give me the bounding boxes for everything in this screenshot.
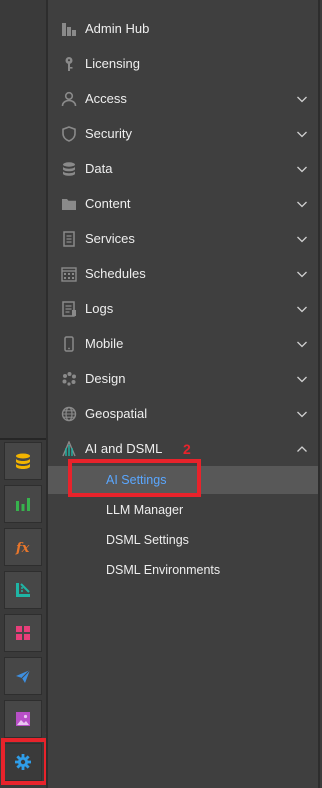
nav-item-geospatial[interactable]: Geospatial — [48, 397, 318, 431]
image-icon — [16, 712, 30, 726]
chevron-down-icon — [297, 236, 307, 243]
database-icon — [60, 160, 78, 178]
settings-highlight-box — [1, 738, 48, 785]
chevron-down-icon — [297, 341, 307, 348]
nav-label: Security — [85, 126, 132, 141]
nav-label: Admin Hub — [85, 21, 150, 36]
rail-button-dashboards[interactable] — [4, 614, 42, 652]
nav-label: Design — [85, 371, 126, 386]
step-marker-2: 2 — [183, 441, 191, 457]
nav-item-services[interactable]: Services — [48, 222, 318, 256]
log-icon — [60, 300, 78, 318]
nav-item-content[interactable]: Content — [48, 187, 318, 221]
dashboard-icon — [16, 626, 30, 640]
calendar-icon — [60, 265, 78, 283]
chevron-down-icon — [297, 411, 307, 418]
function-icon: fx — [15, 541, 30, 556]
nav-item-admin-hub[interactable]: Admin Hub — [48, 12, 318, 46]
ai-icon — [60, 440, 78, 458]
chevron-down-icon — [297, 96, 307, 103]
ruler-icon — [16, 583, 30, 597]
nav-sublabel: DSML Settings — [106, 533, 189, 547]
chevron-down-icon — [297, 166, 307, 173]
rail-button-functions[interactable]: fx — [4, 528, 42, 566]
rail-button-media[interactable] — [4, 700, 42, 738]
key-icon — [60, 55, 78, 73]
rail-button-design-tools[interactable] — [4, 571, 42, 609]
nav-label: Access — [85, 91, 127, 106]
nav-label: Geospatial — [85, 406, 148, 421]
admin-nav-panel: Admin Hub Licensing Access Security Data… — [46, 0, 320, 788]
app-rail: fx — [0, 0, 48, 788]
building-icon — [60, 20, 78, 38]
chevron-down-icon — [297, 271, 307, 278]
chevron-down-icon — [297, 376, 307, 383]
nav-item-licensing[interactable]: Licensing — [48, 47, 318, 81]
chevron-down-icon — [297, 306, 307, 313]
rail-button-publish[interactable] — [4, 657, 42, 695]
svg-text:fx: fx — [15, 541, 30, 556]
nav-subitem-dsml-settings[interactable]: DSML Settings — [48, 526, 318, 554]
shield-icon — [60, 125, 78, 143]
nav-label: AI and DSML — [85, 441, 163, 456]
nav-item-design[interactable]: Design — [48, 362, 318, 396]
nav-label: Content — [85, 196, 131, 211]
bar-chart-icon — [16, 498, 30, 511]
chevron-down-icon — [297, 201, 307, 208]
nav-item-mobile[interactable]: Mobile — [48, 327, 318, 361]
nav-item-schedules[interactable]: Schedules — [48, 257, 318, 291]
document-icon — [60, 230, 78, 248]
rail-button-data[interactable] — [4, 442, 42, 480]
nav-item-access[interactable]: Access — [48, 82, 318, 116]
palette-icon — [60, 370, 78, 388]
chevron-down-icon — [297, 131, 307, 138]
nav-subitem-llm-manager[interactable]: LLM Manager — [48, 496, 318, 524]
globe-icon — [60, 405, 78, 423]
nav-label: Data — [85, 161, 113, 176]
mobile-icon — [60, 335, 78, 353]
nav-sublabel: DSML Environments — [106, 563, 221, 577]
user-icon — [60, 90, 78, 108]
nav-label: Logs — [85, 301, 114, 316]
folder-icon — [60, 195, 78, 213]
nav-item-logs[interactable]: Logs — [48, 292, 318, 326]
nav-subitem-dsml-environments[interactable]: DSML Environments — [48, 556, 318, 584]
nav-item-data[interactable]: Data — [48, 152, 318, 186]
send-icon — [16, 669, 31, 683]
nav-label: Services — [85, 231, 135, 246]
database-stack-icon — [16, 453, 30, 469]
rail-button-charts[interactable] — [4, 485, 42, 523]
nav-sublabel: LLM Manager — [106, 503, 184, 517]
ai-settings-highlight-box — [68, 459, 201, 497]
chevron-up-icon — [297, 446, 307, 452]
nav-label: Mobile — [85, 336, 124, 351]
nav-item-security[interactable]: Security — [48, 117, 318, 151]
rail-divider — [0, 438, 46, 440]
nav-label: Licensing — [85, 56, 140, 71]
nav-label: Schedules — [85, 266, 146, 281]
